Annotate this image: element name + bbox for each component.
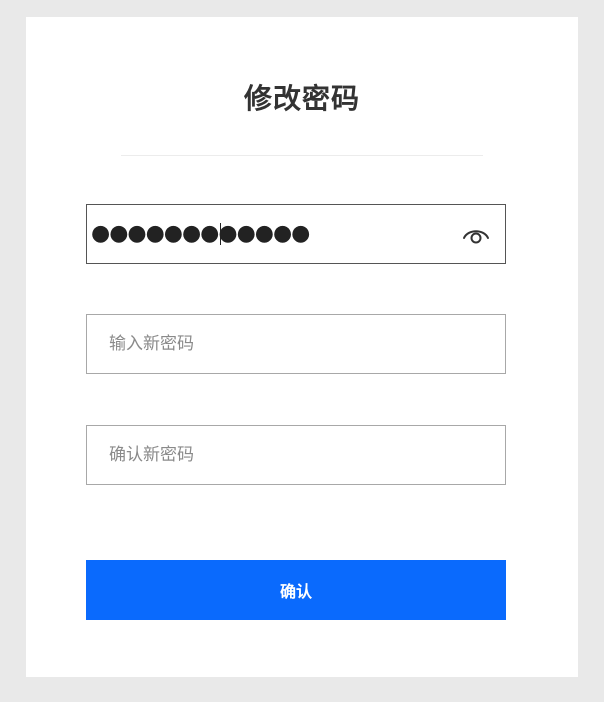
confirm-password-input[interactable] xyxy=(87,426,439,484)
eye-icon[interactable] xyxy=(461,221,491,247)
current-password-field[interactable]: ●●●●●●●●●●●● xyxy=(86,204,506,264)
password-masked-value: ●●●●●●●●●●●● xyxy=(91,221,310,246)
title-divider xyxy=(121,155,483,156)
text-caret xyxy=(220,223,221,245)
page-title: 修改密码 xyxy=(243,82,360,115)
new-password-field[interactable] xyxy=(86,314,506,374)
new-password-input[interactable] xyxy=(87,315,439,373)
change-password-card: 修改密码 ●●●●●●●●●●●● 确认 xyxy=(26,17,578,677)
confirm-password-field[interactable] xyxy=(86,425,506,485)
confirm-button[interactable]: 确认 xyxy=(86,560,506,620)
